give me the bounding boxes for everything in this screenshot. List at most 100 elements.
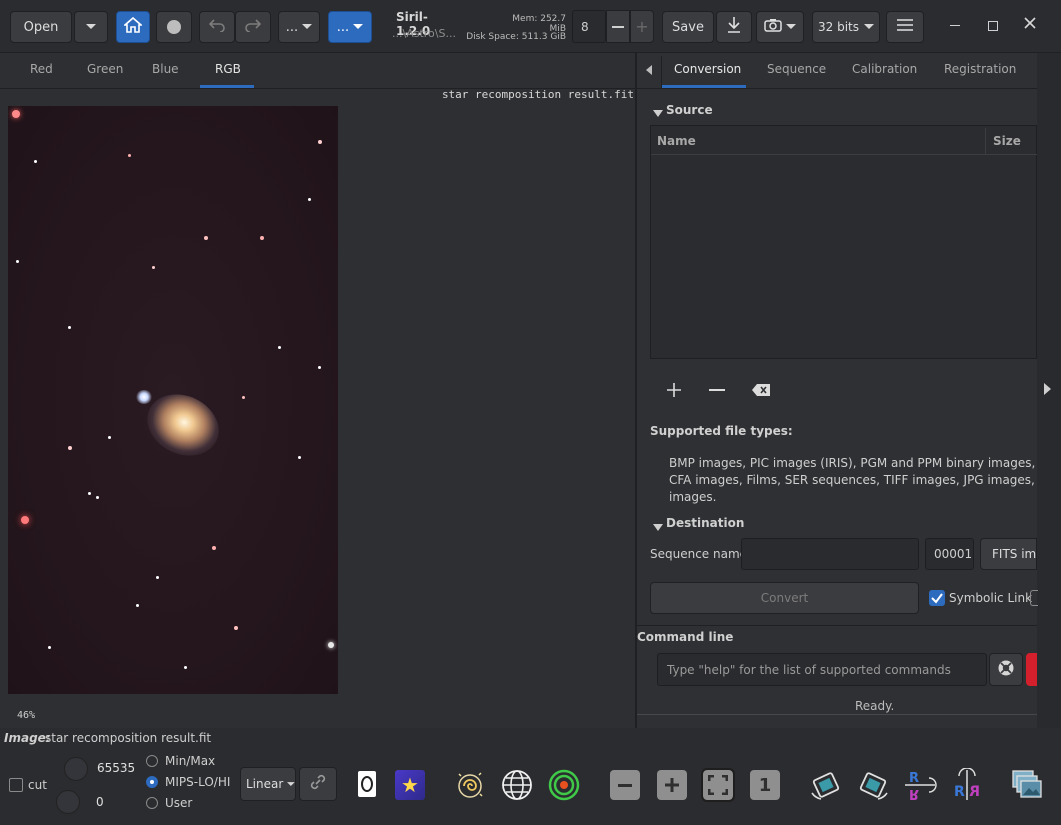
high-cutoff-spin[interactable] (64, 757, 88, 781)
radio-minmax-label: Min/Max (165, 754, 216, 768)
redo-button[interactable] (235, 11, 271, 43)
hamburger-icon (897, 19, 913, 35)
radio-mips-label: MIPS-LO/HI (165, 775, 231, 789)
plus-icon: + (635, 17, 649, 36)
radio-minmax[interactable] (146, 755, 158, 767)
open-button[interactable]: Open (10, 11, 72, 43)
backspace-icon (752, 384, 770, 399)
image-stack-icon[interactable] (1010, 768, 1044, 802)
column-name[interactable]: Name (657, 134, 696, 148)
image-filename-overlay: star recomposition result.fit (441, 88, 634, 101)
tab-sequence[interactable]: Sequence (767, 62, 826, 76)
home-button[interactable] (116, 11, 150, 43)
zoom-out-button[interactable] (610, 770, 640, 800)
open-dropdown-button[interactable] (74, 11, 108, 43)
tab-red[interactable]: Red (30, 62, 53, 76)
command-input[interactable]: Type "help" for the list of supported co… (657, 653, 987, 686)
astro-image[interactable] (8, 106, 338, 694)
stretch-dropdown[interactable]: Linear (240, 767, 296, 801)
rotate-ccw-icon[interactable] (809, 768, 843, 802)
expand-right-icon[interactable] (1044, 383, 1051, 398)
zoom-one-button[interactable]: 1 (750, 770, 780, 800)
target-photometry-icon[interactable] (547, 768, 581, 802)
processing-menu-button[interactable]: ... (328, 11, 372, 43)
minus-icon (612, 25, 624, 28)
output-format-dropdown[interactable]: FITS imag (980, 538, 1037, 570)
chevron-down-icon (85, 20, 97, 35)
radio-mips[interactable] (146, 776, 158, 788)
source-file-list[interactable] (650, 125, 1037, 359)
galaxy-annotate-icon[interactable] (453, 768, 487, 802)
svg-text:R: R (909, 771, 919, 786)
minimize-icon[interactable] (950, 25, 960, 26)
undo-button[interactable] (199, 11, 235, 43)
radio-user-label: User (165, 796, 193, 810)
extra-checkbox[interactable] (1030, 590, 1038, 606)
column-size[interactable]: Size (993, 134, 1021, 148)
lifebuoy-icon (997, 659, 1015, 681)
astrometry-globe-icon[interactable] (500, 768, 534, 802)
tab-blue[interactable]: Blue (152, 62, 179, 76)
thread-count-input[interactable]: 8 (572, 10, 606, 43)
high-cutoff-value[interactable]: 65535 (97, 761, 135, 775)
working-directory: ...\Astro\S... (392, 27, 456, 40)
tabs-scroll-left-icon[interactable] (646, 64, 652, 78)
record-button[interactable] (156, 11, 192, 43)
maximize-icon[interactable] (988, 21, 998, 31)
home-icon (122, 16, 144, 37)
link-channels-button[interactable] (299, 767, 337, 801)
redo-icon (244, 18, 262, 36)
scripts-menu-button[interactable]: ... (278, 11, 320, 43)
supported-types-line2: CFA images, Films, SER sequences, TIFF i… (669, 473, 1037, 487)
rotate-cw-icon[interactable] (856, 768, 890, 802)
status-image-label: Image: (4, 731, 51, 745)
tab-registration[interactable]: Registration (944, 62, 1016, 76)
link-icon (309, 773, 327, 795)
cut-checkbox[interactable] (9, 778, 23, 792)
memory-usage: Mem: 252.7 MiB (512, 14, 566, 34)
convert-button[interactable]: Convert (650, 582, 919, 614)
add-files-button[interactable] (666, 382, 682, 401)
colormap-toggle-icon[interactable] (350, 767, 384, 801)
bit-depth-button[interactable]: 32 bits (812, 11, 880, 43)
snapshot-button[interactable] (756, 11, 804, 43)
thread-increment-button[interactable]: + (630, 10, 654, 43)
tab-conversion[interactable]: Conversion (674, 62, 741, 76)
supported-types-line3: images. (669, 490, 717, 504)
sequence-name-input[interactable] (741, 538, 919, 570)
main-menu-button[interactable] (886, 11, 924, 43)
symbolic-link-checkbox[interactable] (929, 590, 945, 606)
destination-expander-icon[interactable] (653, 520, 663, 534)
supported-types-line1: BMP images, PIC images (IRIS), PGM and P… (669, 456, 1037, 470)
low-cutoff-spin[interactable] (56, 790, 80, 814)
zoom-level: 46% (17, 710, 36, 721)
radio-user[interactable] (146, 797, 158, 809)
mirror-vertical-icon[interactable]: RR (903, 768, 937, 802)
disk-space: Disk Space: 511.3 GiB (466, 32, 566, 42)
mirror-horizontal-icon[interactable]: RR (950, 768, 984, 802)
zoom-fit-button[interactable] (701, 768, 735, 802)
save-as-button[interactable] (716, 11, 752, 43)
source-header[interactable]: Source (666, 103, 713, 117)
camera-icon (764, 18, 782, 36)
supported-types-title: Supported file types: (650, 424, 793, 438)
command-help-button[interactable] (989, 653, 1023, 686)
tab-rgb[interactable]: RGB (215, 62, 241, 76)
tab-green[interactable]: Green (87, 62, 123, 76)
thread-decrement-button[interactable] (606, 10, 630, 43)
save-button[interactable]: Save (662, 11, 714, 43)
tab-calibration[interactable]: Calibration (852, 62, 917, 76)
destination-header[interactable]: Destination (666, 516, 744, 530)
undo-icon (208, 18, 226, 36)
zoom-in-button[interactable] (657, 770, 687, 800)
source-expander-icon[interactable] (653, 106, 663, 120)
svg-text:R: R (954, 784, 965, 800)
start-index-input[interactable]: 00001 (925, 538, 974, 570)
low-cutoff-value[interactable]: 0 (96, 795, 104, 809)
sequence-name-label: Sequence name: (650, 547, 752, 561)
command-stop-button[interactable] (1026, 653, 1037, 686)
remove-files-button[interactable] (709, 389, 725, 391)
clear-list-button[interactable] (752, 384, 770, 399)
false-color-icon[interactable]: ★ (393, 768, 427, 802)
close-icon[interactable] (1024, 17, 1036, 32)
